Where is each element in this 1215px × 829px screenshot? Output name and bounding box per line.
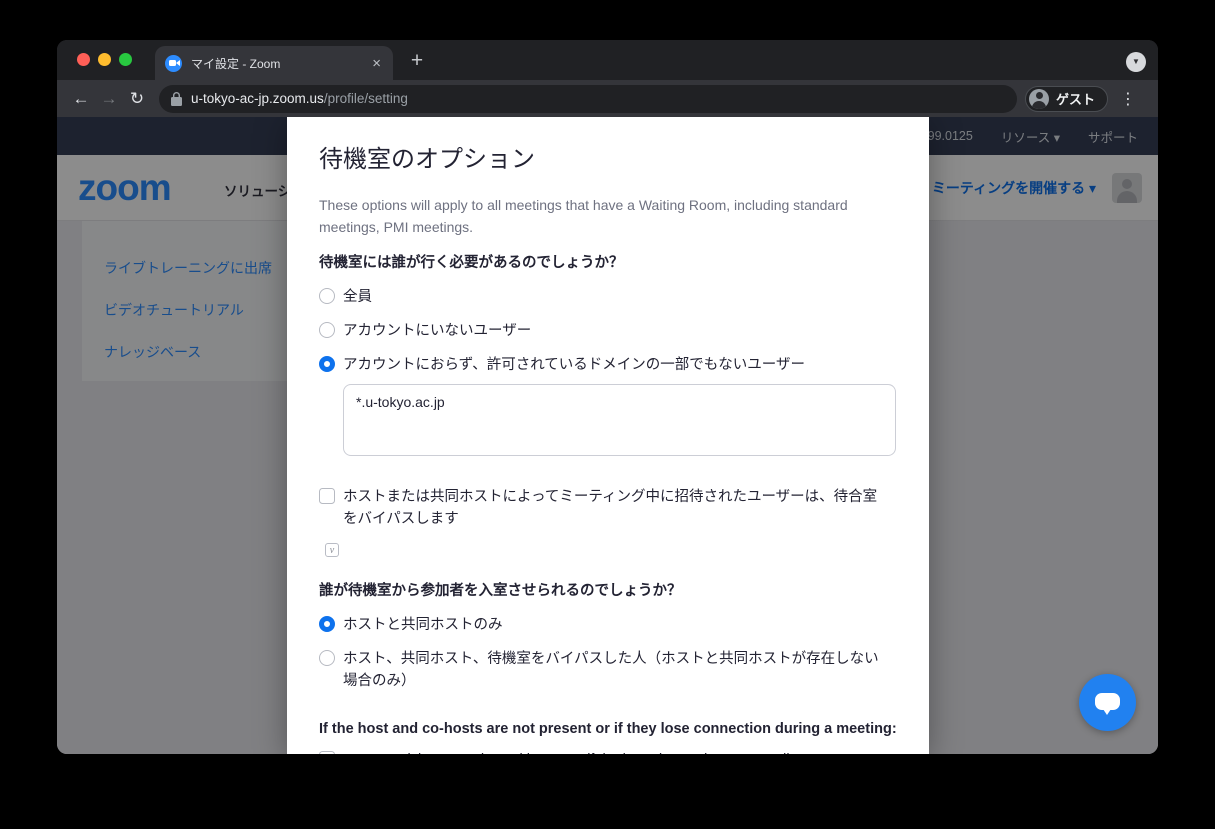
radio-label: ホスト、共同ホスト、待機室をバイパスした人（ホストと共同ホストが存在しない場合の… [343,648,888,692]
modal-description: These options will apply to all meetings… [319,194,859,238]
checkbox-icon [319,751,335,755]
radio-everyone[interactable]: 全員 [319,286,897,308]
radio-host-and-cohosts-only[interactable]: ホストと共同ホストのみ [319,614,897,636]
browser-tab[interactable]: マイ設定 - Zoom × [155,46,393,80]
tab-search-button[interactable]: ▼ [1126,52,1146,72]
waiting-room-options-modal: 待機室のオプション These options will apply to al… [287,117,929,754]
radio-label: 全員 [343,286,372,308]
url-host: u-tokyo-ac-jp.zoom.us [191,91,324,106]
url-text: u-tokyo-ac-jp.zoom.us/profile/setting [191,91,408,106]
address-bar[interactable]: u-tokyo-ac-jp.zoom.us/profile/setting [159,85,1017,113]
broken-image-icon: v [325,543,339,557]
zoom-favicon-icon [165,55,182,72]
checkbox-icon [319,488,335,504]
radio-icon [319,322,335,338]
close-window-button[interactable] [77,53,90,66]
page-viewport: 88.799.0125 リソース ▾ サポート zoom ソリューシ ミーティン… [57,117,1158,754]
traffic-lights [77,53,132,66]
tab-strip: マイ設定 - Zoom × + ▼ [57,40,1158,80]
checkbox-bypass-invited-users[interactable]: ホストまたは共同ホストによってミーティング中に招待されたユーザーは、待合室をバイ… [319,486,897,530]
modal-title: 待機室のオプション [319,146,897,174]
lock-icon[interactable] [171,92,182,106]
radio-users-not-in-account[interactable]: アカウントにいないユーザー [319,320,897,342]
chevron-down-icon: ▼ [1132,58,1140,66]
browser-toolbar: ← → ↻ u-tokyo-ac-jp.zoom.us/profile/sett… [57,80,1158,117]
forward-button[interactable]: → [95,85,123,113]
url-path: /profile/setting [324,91,408,106]
tab-close-icon[interactable]: × [370,56,383,71]
allowed-domains-input[interactable]: *.u-tokyo.ac.jp [343,384,896,456]
profile-label: ゲスト [1056,89,1095,108]
radio-label: アカウントにおらず、許可されているドメインの一部でもないユーザー [343,354,805,376]
checkbox-label: ホストまたは共同ホストによってミーティング中に招待されたユーザーは、待合室をバイ… [343,486,888,530]
radio-icon [319,288,335,304]
checkbox-move-participants[interactable]: Move participants to the waiting room if… [319,749,897,755]
browser-window: マイ設定 - Zoom × + ▼ ← → ↻ u-tokyo-ac-jp.zo… [57,40,1158,754]
zoom-window-button[interactable] [119,53,132,66]
back-button[interactable]: ← [67,85,95,113]
radio-icon-selected [319,356,335,372]
radio-label: アカウントにいないユーザー [343,320,531,342]
chat-bubble-icon [1095,693,1120,710]
minimize-window-button[interactable] [98,53,111,66]
tab-title: マイ設定 - Zoom [191,55,370,72]
radio-host-cohosts-bypass-users[interactable]: ホスト、共同ホスト、待機室をバイパスした人（ホストと共同ホストが存在しない場合の… [319,648,897,692]
browser-menu-button[interactable]: ⋮ [1116,89,1140,109]
host-absent-heading: If the host and co-hosts are not present… [319,721,897,737]
question-who-goes-to-waiting-room: 待機室には誰が行く必要があるのでしょうか？ [319,252,897,274]
reload-button[interactable]: ↻ [123,85,151,113]
chat-widget-button[interactable] [1079,674,1136,731]
profile-chip[interactable]: ゲスト [1025,86,1108,112]
radio-label: ホストと共同ホストのみ [343,614,503,636]
checkbox-label: Move participants to the waiting room if… [343,749,797,755]
radio-icon-selected [319,616,335,632]
radio-icon [319,650,335,666]
new-tab-button[interactable]: + [403,48,431,76]
radio-users-not-in-account-or-domain[interactable]: アカウントにおらず、許可されているドメインの一部でもないユーザー [319,354,897,376]
person-icon [1029,89,1049,109]
question-who-admits-participants: 誰が待機室から参加者を入室させられるのでしょうか？ [319,580,897,602]
